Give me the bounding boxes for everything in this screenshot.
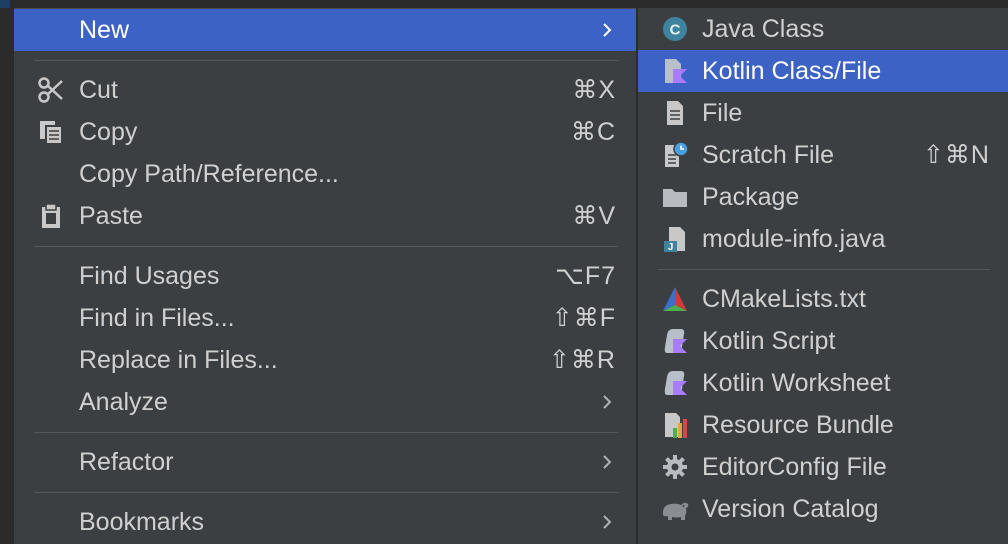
submenu-item-cmakelists-label: CMakeLists.txt [702, 284, 866, 313]
java-class-icon: C [660, 14, 690, 44]
menu-item-cut[interactable]: Cut ⌘X [14, 69, 636, 111]
svg-text:C: C [670, 22, 681, 39]
shortcut-replace-in-files: ⇧⌘R [548, 346, 616, 374]
editor-selection-fragment [0, 0, 10, 8]
menu-item-analyze[interactable]: Analyze [14, 381, 636, 423]
submenu-item-editorconfig[interactable]: EditorConfig File [638, 446, 1008, 488]
submenu-item-kotlin-class-label: Kotlin Class/File [702, 56, 882, 85]
menu-item-new-label: New [79, 15, 130, 44]
submenu-item-scratch-file-label: Scratch File [702, 140, 834, 169]
menu-item-find-usages-label: Find Usages [79, 261, 220, 290]
scratch-file-icon [660, 140, 690, 170]
menu-item-analyze-label: Analyze [79, 387, 168, 416]
resource-bundle-icon [660, 410, 690, 440]
scissors-icon [36, 75, 66, 105]
kotlin-script-icon [660, 326, 690, 356]
menu-item-copy-label: Copy [79, 117, 138, 146]
menu-item-copy-path-label: Copy Path/Reference... [79, 159, 339, 188]
submenu-item-file-label: File [702, 98, 743, 127]
context-menu: New Cut ⌘X Copy ⌘C Copy Path/Reference..… [14, 8, 636, 544]
submenu-item-module-info[interactable]: J module-info.java [638, 218, 1008, 260]
submenu-item-module-info-label: module-info.java [702, 224, 886, 253]
menu-item-paste-label: Paste [79, 201, 143, 230]
submenu-item-kotlin-worksheet[interactable]: Kotlin Worksheet [638, 362, 1008, 404]
submenu-item-java-class[interactable]: C Java Class [638, 8, 1008, 50]
submenu-item-resource-bundle[interactable]: Resource Bundle [638, 404, 1008, 446]
copy-icon [36, 117, 66, 147]
menu-item-find-in-files-label: Find in Files... [79, 303, 235, 332]
submenu-item-scratch-file[interactable]: Scratch File ⇧⌘N [638, 134, 1008, 176]
menu-item-new[interactable]: New [14, 9, 636, 51]
submenu-item-package[interactable]: Package [638, 176, 1008, 218]
menu-separator [34, 432, 618, 433]
submenu-item-kotlin-script[interactable]: Kotlin Script [638, 320, 1008, 362]
shortcut-cut: ⌘X [572, 76, 616, 104]
submenu-item-editorconfig-label: EditorConfig File [702, 452, 887, 481]
menu-item-copy-path[interactable]: Copy Path/Reference... [14, 153, 636, 195]
menu-item-refactor-label: Refactor [79, 447, 174, 476]
submenu-item-kotlin-script-label: Kotlin Script [702, 326, 836, 355]
menu-separator [34, 246, 618, 247]
cmake-icon [660, 284, 690, 314]
menu-item-cut-label: Cut [79, 75, 118, 104]
folder-icon [660, 182, 690, 212]
menu-item-paste[interactable]: Paste ⌘V [14, 195, 636, 237]
shortcut-find-usages: ⌥F7 [555, 262, 616, 290]
menu-item-find-usages[interactable]: Find Usages ⌥F7 [14, 255, 636, 297]
kotlin-worksheet-icon [660, 368, 690, 398]
file-icon [660, 98, 690, 128]
svg-text:J: J [668, 242, 674, 253]
menu-item-replace-in-files-label: Replace in Files... [79, 345, 278, 374]
gradle-elephant-icon [660, 494, 690, 524]
menu-item-copy[interactable]: Copy ⌘C [14, 111, 636, 153]
chevron-right-icon [603, 395, 612, 409]
shortcut-scratch-file: ⇧⌘N [922, 141, 990, 169]
menu-item-bookmarks[interactable]: Bookmarks [14, 501, 636, 543]
java-module-file-icon: J [660, 224, 690, 254]
submenu-item-kotlin-class[interactable]: Kotlin Class/File [638, 50, 1008, 92]
submenu-item-version-catalog-label: Version Catalog [702, 494, 879, 523]
menu-item-refactor[interactable]: Refactor [14, 441, 636, 483]
shortcut-find-in-files: ⇧⌘F [551, 304, 616, 332]
menu-separator [34, 60, 618, 61]
menu-item-find-in-files[interactable]: Find in Files... ⇧⌘F [14, 297, 636, 339]
chevron-right-icon [603, 515, 612, 529]
clipboard-icon [36, 201, 66, 231]
chevron-right-icon [603, 455, 612, 469]
chevron-right-icon [603, 23, 612, 37]
submenu-item-package-label: Package [702, 182, 800, 211]
gear-icon [660, 452, 690, 482]
submenu-item-kotlin-worksheet-label: Kotlin Worksheet [702, 368, 891, 397]
shortcut-copy: ⌘C [570, 118, 616, 146]
new-submenu: C Java Class Kotlin Class/File File Scra… [638, 8, 1008, 544]
menu-separator [34, 492, 618, 493]
menu-item-bookmarks-label: Bookmarks [79, 507, 205, 536]
submenu-item-resource-bundle-label: Resource Bundle [702, 410, 894, 439]
menu-item-replace-in-files[interactable]: Replace in Files... ⇧⌘R [14, 339, 636, 381]
submenu-item-file[interactable]: File [638, 92, 1008, 134]
menu-separator [658, 269, 990, 270]
submenu-item-java-class-label: Java Class [702, 14, 825, 43]
submenu-item-cmakelists[interactable]: CMakeLists.txt [638, 278, 1008, 320]
shortcut-paste: ⌘V [572, 202, 616, 230]
submenu-item-version-catalog[interactable]: Version Catalog [638, 488, 1008, 530]
kotlin-file-icon [660, 56, 690, 86]
